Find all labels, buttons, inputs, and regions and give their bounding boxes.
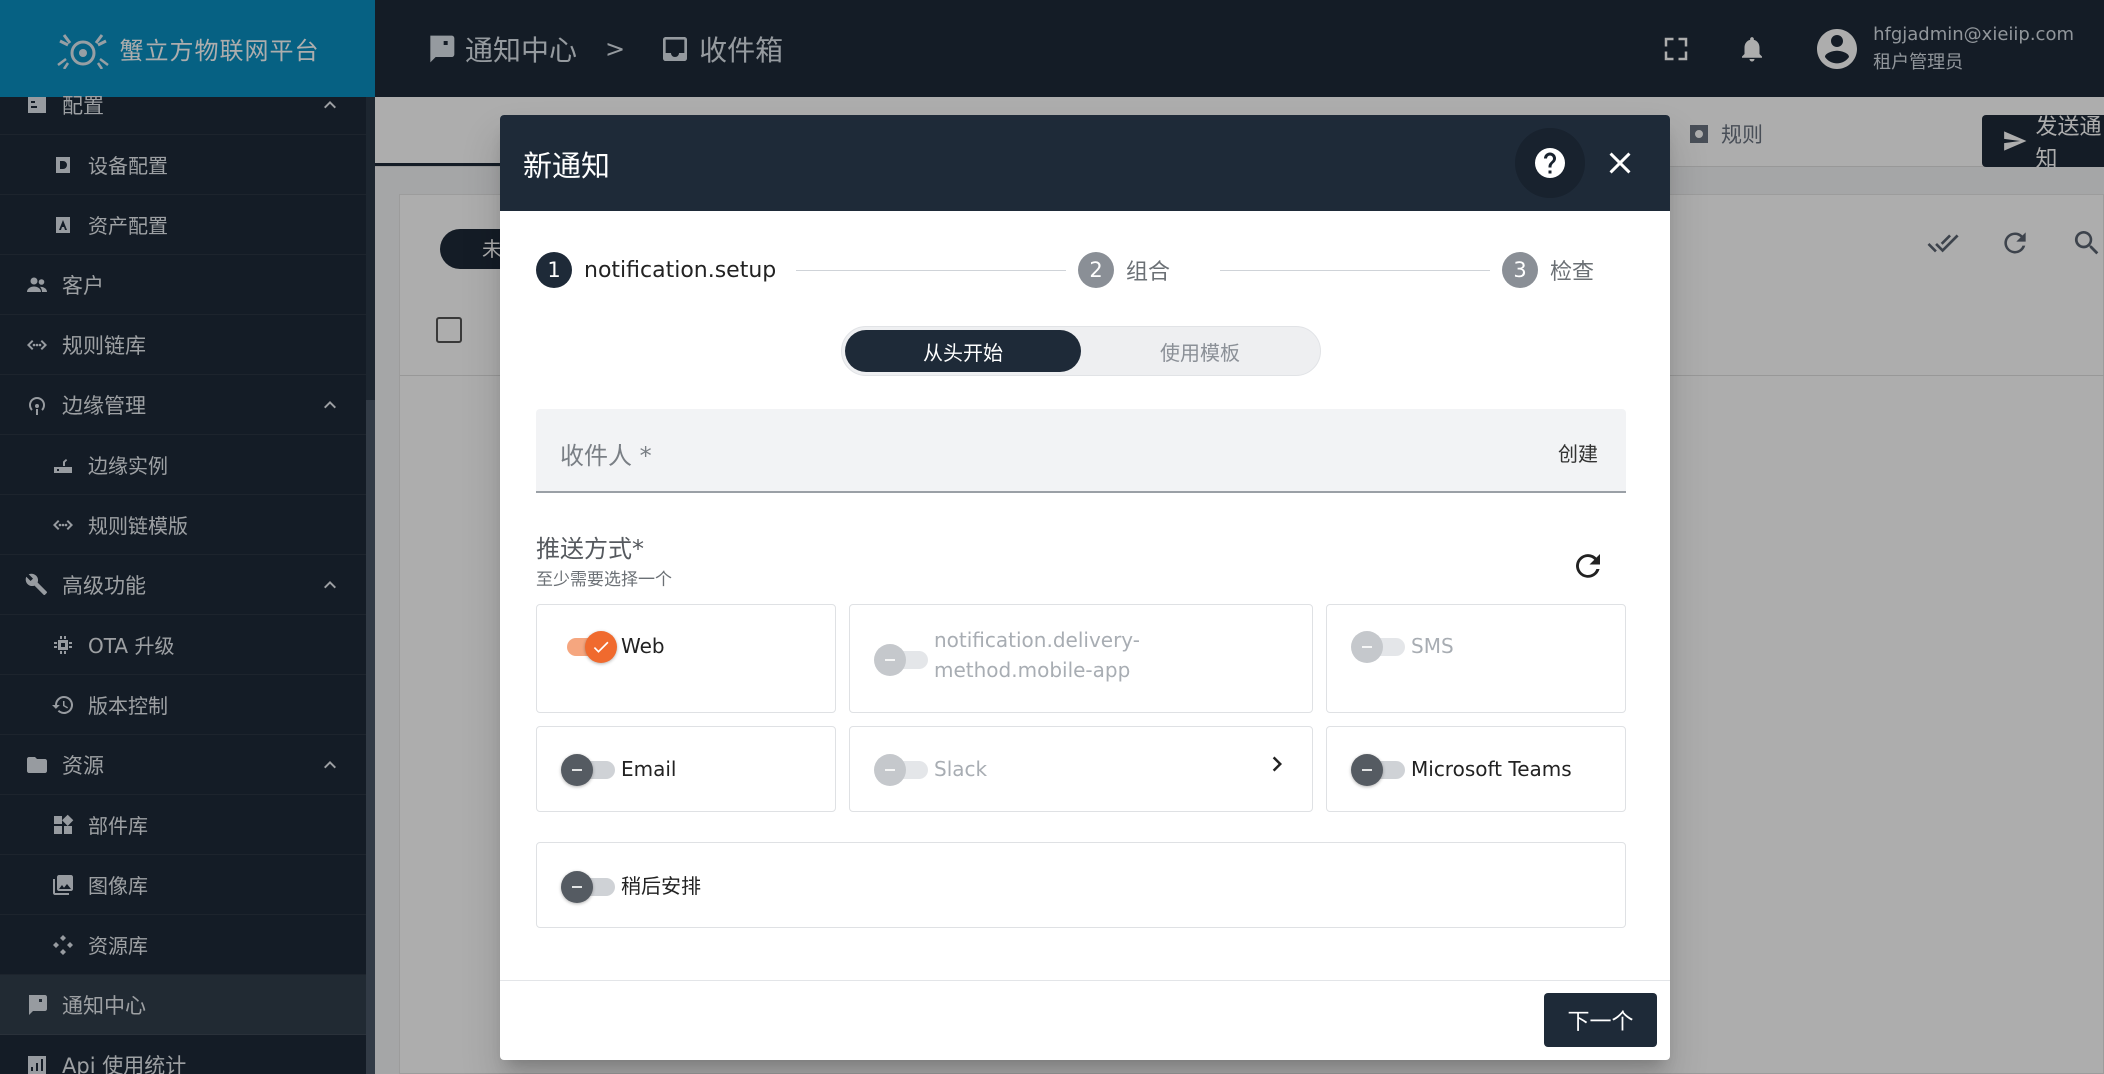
slack-label: Slack <box>934 757 988 781</box>
dialog-title: 新通知 <box>523 149 611 183</box>
minus-icon <box>1351 631 1383 663</box>
step-label: 组合 <box>1126 260 1171 285</box>
creation-mode-toggle: 从头开始 使用模板 <box>841 326 1321 376</box>
delivery-method-email[interactable]: Email <box>536 726 836 812</box>
step-number: 1 <box>536 252 572 288</box>
mobile-app-toggle <box>874 643 930 676</box>
chevron-right-icon[interactable] <box>1262 749 1292 779</box>
delivery-method-microsoft-teams[interactable]: Microsoft Teams <box>1326 726 1626 812</box>
mobile-app-label: notification.delivery-method.mobile-app <box>934 628 1141 682</box>
schedule-label: 稍后安排 <box>621 874 701 898</box>
minus-icon <box>1351 754 1383 786</box>
sms-toggle <box>1351 630 1407 663</box>
minus-icon <box>874 644 906 676</box>
delivery-methods-title: 推送方式* <box>536 535 644 563</box>
step-label: notification.setup <box>584 257 777 283</box>
step-connector <box>1220 270 1490 271</box>
dialog-footer-divider <box>500 980 1670 981</box>
delivery-methods-hint: 至少需要选择一个 <box>536 570 672 590</box>
email-label: Email <box>621 757 677 781</box>
use-template-option[interactable]: 使用模板 <box>1082 330 1318 372</box>
schedule-toggle[interactable] <box>561 870 617 903</box>
web-label: Web <box>621 634 665 658</box>
step-label: 检查 <box>1550 260 1595 285</box>
check-icon <box>585 631 617 663</box>
help-button[interactable] <box>1515 128 1585 198</box>
minus-icon <box>874 754 906 786</box>
sms-label: SMS <box>1411 634 1454 658</box>
step-number: 3 <box>1502 252 1538 288</box>
from-scratch-option[interactable]: 从头开始 <box>845 330 1081 372</box>
delivery-method-sms: SMS <box>1326 604 1626 713</box>
step-number: 2 <box>1078 252 1114 288</box>
step-connector <box>796 270 1066 271</box>
delivery-method-slack[interactable]: Slack <box>849 726 1313 812</box>
help-icon <box>1535 148 1565 178</box>
email-toggle[interactable] <box>561 753 617 786</box>
refresh-icon[interactable] <box>1570 548 1606 584</box>
teams-label: Microsoft Teams <box>1411 757 1572 781</box>
dialog-header: 新通知 <box>500 115 1670 211</box>
step-compose[interactable]: 2 组合 <box>1078 250 1170 290</box>
schedule-later-option[interactable]: 稍后安排 <box>536 842 1626 928</box>
delivery-method-mobile-app: notification.delivery-method.mobile-app <box>849 604 1313 713</box>
step-review[interactable]: 3 检查 <box>1502 250 1594 290</box>
close-icon <box>1609 152 1631 174</box>
delivery-method-web[interactable]: Web <box>536 604 836 713</box>
next-button[interactable]: 下一个 <box>1544 993 1657 1047</box>
stepper: 1 notification.setup 2 组合 3 检查 <box>536 250 1636 300</box>
minus-icon <box>561 871 593 903</box>
recipients-field[interactable]: 收件人 * 创建 <box>536 409 1626 493</box>
slack-toggle <box>874 753 930 786</box>
minus-icon <box>561 754 593 786</box>
new-notification-dialog: 新通知 1 notification.setup 2 组合 3 检查 从头开始 … <box>500 115 1670 1060</box>
step-setup[interactable]: 1 notification.setup <box>536 250 776 290</box>
close-button[interactable] <box>1600 143 1640 183</box>
teams-toggle[interactable] <box>1351 753 1407 786</box>
web-toggle[interactable] <box>561 630 617 663</box>
create-recipient-button[interactable]: 创建 <box>1558 438 1598 467</box>
recipients-label: 收件人 * <box>560 442 652 470</box>
